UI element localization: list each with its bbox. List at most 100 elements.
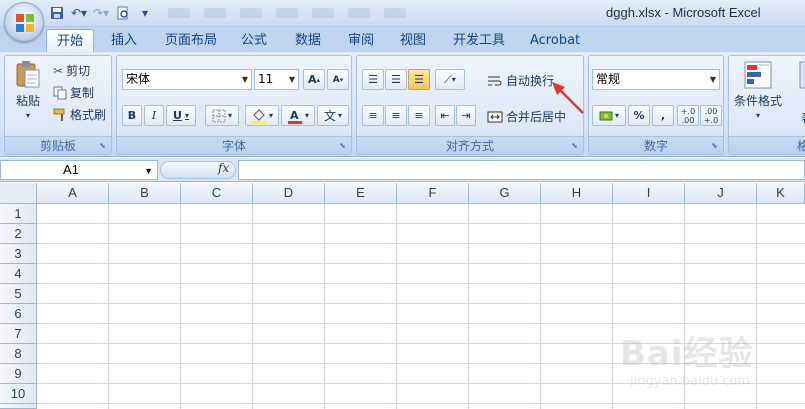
shrink-font-button[interactable]: A ▾ — [327, 69, 349, 90]
copy-button[interactable]: 复制 — [53, 84, 94, 101]
align-bottom-icon: ☰ — [414, 73, 424, 86]
save-icon[interactable] — [48, 4, 66, 22]
dialog-launcher-icon[interactable]: ⬊ — [571, 141, 580, 150]
increase-indent-button[interactable]: ⇥ — [456, 105, 476, 126]
bold-button[interactable]: B — [122, 105, 142, 126]
customize-qat-icon[interactable]: ▾ — [136, 4, 154, 22]
grow-font-button[interactable]: A ▴ — [303, 69, 325, 90]
print-preview-icon[interactable] — [114, 4, 132, 22]
tab-data[interactable]: 数据 — [285, 29, 331, 52]
office-button[interactable] — [4, 2, 44, 42]
column-header[interactable]: K — [757, 183, 805, 204]
row-header[interactable]: 8 — [0, 344, 37, 364]
wrap-text-label: 自动换行 — [506, 74, 555, 88]
phonetic-icon: 文 — [323, 109, 336, 123]
cut-button[interactable]: ✂ 剪切 — [53, 62, 90, 79]
paste-button[interactable]: 粘贴 ▾ — [11, 60, 45, 120]
decrease-decimal-button[interactable]: .00 +.0 — [700, 105, 722, 126]
tab-home[interactable]: 开始 — [46, 29, 95, 52]
column-header[interactable]: H — [541, 183, 613, 204]
chevron-down-icon: ▼ — [144, 166, 153, 176]
row-header[interactable]: 5 — [0, 284, 37, 304]
accounting-format-button[interactable]: ▾ — [592, 105, 626, 126]
number-format-combo[interactable]: 常规 ▼ — [592, 69, 720, 90]
blurred-item — [204, 8, 226, 18]
row-header[interactable]: 1 — [0, 204, 37, 224]
redo-icon[interactable]: ↷▾ — [92, 4, 110, 22]
dialog-launcher-icon[interactable]: ⬊ — [711, 141, 720, 150]
orientation-button[interactable]: ⟋ ▾ — [435, 69, 465, 90]
row-header[interactable]: 9 — [0, 364, 37, 384]
tab-page-layout[interactable]: 页面布局 — [155, 29, 227, 52]
format-painter-button[interactable]: 格式刷 — [53, 106, 106, 123]
tab-view[interactable]: 视图 — [390, 29, 436, 52]
number-format-value: 常规 — [596, 72, 621, 86]
font-name-combo[interactable]: 宋体 ▼ — [122, 69, 252, 90]
row-header[interactable]: 4 — [0, 264, 37, 284]
column-header[interactable]: B — [109, 183, 181, 204]
column-header[interactable]: C — [181, 183, 253, 204]
column-header[interactable]: D — [253, 183, 325, 204]
tab-insert[interactable]: 插入 — [101, 29, 147, 52]
styles-group: 条件格式 ▾ 套 表格 格 — [728, 55, 805, 155]
format-painter-icon — [53, 108, 65, 121]
dialog-launcher-icon[interactable]: ⬊ — [339, 141, 348, 150]
row-header[interactable]: 10 — [0, 384, 37, 404]
format-as-table-button[interactable]: 套 表格 — [793, 60, 805, 126]
borders-button[interactable]: ▾ — [205, 105, 239, 126]
increase-decimal-button[interactable]: +.0 .00 — [677, 105, 699, 126]
row-header[interactable]: 3 — [0, 244, 37, 264]
wrap-text-icon — [488, 76, 502, 85]
tab-review[interactable]: 审阅 — [338, 29, 384, 52]
align-right-button[interactable]: ≡ — [408, 105, 430, 126]
fill-color-button[interactable]: ▾ — [245, 105, 279, 126]
align-middle-button[interactable]: ☰ — [385, 69, 407, 90]
font-color-button[interactable]: A ▾ — [281, 105, 315, 126]
wrap-text-button[interactable]: 自动换行 — [487, 72, 554, 89]
styles-group-label: 格 — [729, 136, 805, 154]
align-top-icon: ☰ — [368, 73, 378, 86]
row-header[interactable]: 7 — [0, 324, 37, 344]
select-all-corner[interactable] — [0, 183, 37, 204]
italic-button[interactable]: I — [144, 105, 164, 126]
fill-bucket-icon — [251, 108, 266, 124]
phonetic-button[interactable]: 文 ▾ — [317, 105, 349, 126]
number-group-label: 数字 — [589, 136, 723, 154]
font-size-combo[interactable]: 11 ▼ — [254, 69, 299, 90]
ribbon-tabs: 开始 插入 页面布局 公式 数据 审阅 视图 开发工具 Acrobat — [0, 27, 805, 52]
align-center-button[interactable]: ≡ — [385, 105, 407, 126]
column-header[interactable]: G — [469, 183, 541, 204]
chevron-down-icon: ▾ — [451, 75, 456, 84]
underline-button[interactable]: U ▾ — [166, 105, 196, 126]
column-header[interactable]: F — [397, 183, 469, 204]
comma-style-button[interactable]: , — [652, 105, 674, 126]
percent-style-button[interactable]: % — [628, 105, 650, 126]
align-top-button[interactable]: ☰ — [362, 69, 384, 90]
name-box[interactable]: A1 ▼ — [0, 160, 158, 180]
conditional-formatting-button[interactable]: 条件格式 ▾ — [732, 60, 784, 120]
column-header[interactable]: E — [325, 183, 397, 204]
undo-icon[interactable]: ↶▾ — [70, 4, 88, 22]
tab-developer[interactable]: 开发工具 — [443, 29, 515, 52]
clipboard-group-label: 剪贴板 — [5, 136, 111, 154]
formula-input[interactable] — [238, 160, 805, 180]
title-bar: ↶▾ ↷▾ ▾ dggh.xlsx - Microsoft Excel — [0, 0, 805, 27]
align-bottom-button[interactable]: ☰ — [408, 69, 430, 90]
row-header[interactable]: 6 — [0, 304, 37, 324]
chevron-down-icon: ▾ — [755, 111, 760, 120]
decrease-indent-button[interactable]: ⇤ — [435, 105, 455, 126]
align-left-button[interactable]: ≡ — [362, 105, 384, 126]
column-header[interactable]: J — [685, 183, 757, 204]
insert-function-icon[interactable]: fx — [218, 161, 229, 175]
blurred-item — [168, 8, 190, 18]
column-header[interactable]: I — [613, 183, 685, 204]
row-header[interactable]: 2 — [0, 224, 37, 244]
dialog-launcher-icon[interactable]: ⬊ — [99, 141, 108, 150]
paste-label: 粘贴 — [15, 94, 40, 108]
chevron-down-icon: ▼ — [709, 75, 716, 84]
tab-formulas[interactable]: 公式 — [231, 29, 277, 52]
column-header[interactable]: A — [37, 183, 109, 204]
row-header[interactable]: 11 — [0, 404, 37, 409]
tab-acrobat[interactable]: Acrobat — [520, 29, 590, 52]
formula-bar: A1 ▼ fx — [0, 158, 805, 182]
